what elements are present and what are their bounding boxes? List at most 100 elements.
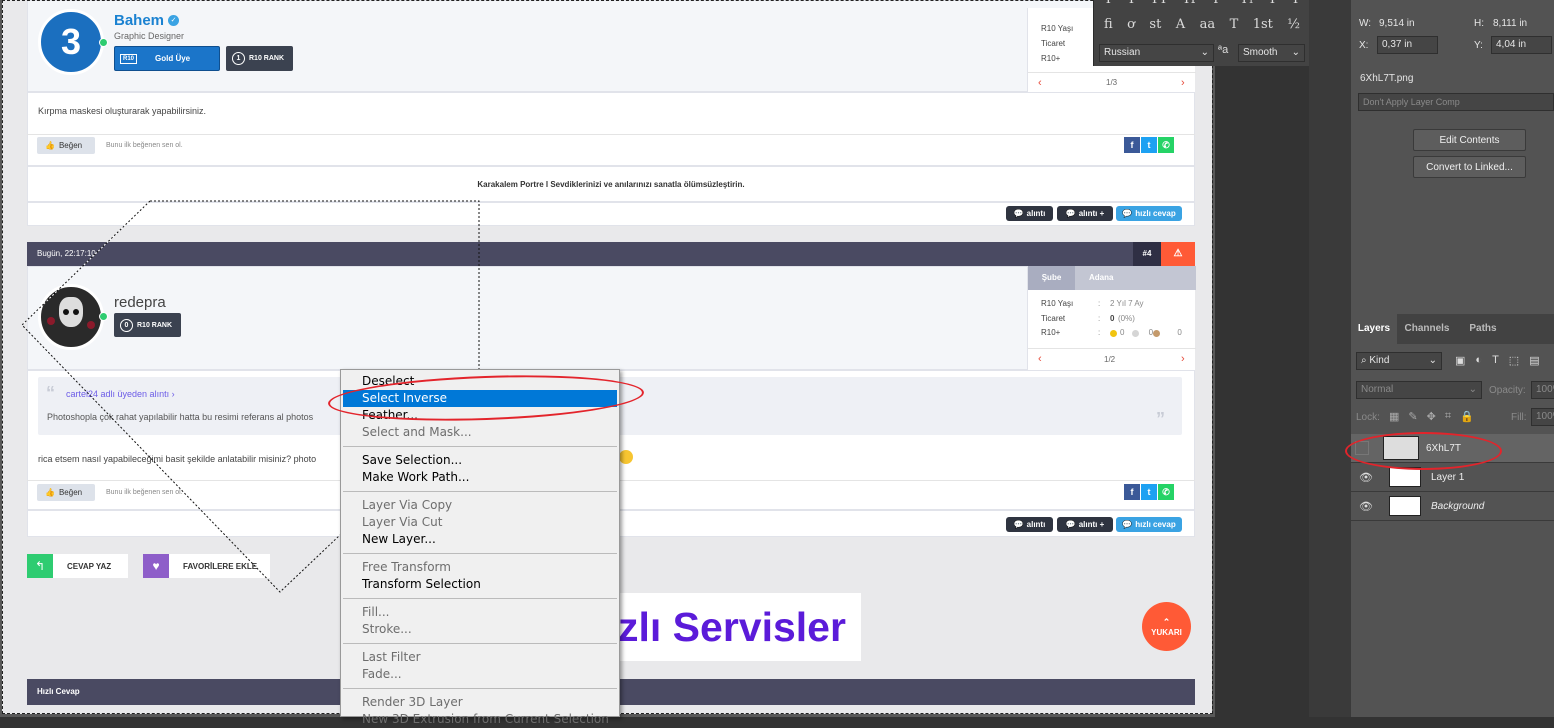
- tab-city[interactable]: Adana: [1075, 266, 1196, 290]
- menu-item-new-3d-extrusion[interactable]: New 3D Extrusion from Current Selection: [343, 711, 617, 728]
- strikethrough-icon[interactable]: T: [1291, 0, 1300, 7]
- discretionary-ligatures-icon[interactable]: st: [1149, 17, 1161, 32]
- menu-item-save-selection[interactable]: Save Selection...: [343, 452, 617, 469]
- avatar[interactable]: [38, 284, 104, 350]
- width-value[interactable]: 9,514 in: [1379, 18, 1415, 29]
- fractions-icon[interactable]: ½: [1287, 17, 1300, 32]
- layer-name[interactable]: Layer 1: [1431, 472, 1464, 483]
- multi-quote-button[interactable]: 💬 alıntı +: [1057, 517, 1113, 532]
- prev-arrow-icon[interactable]: ‹: [1038, 77, 1042, 89]
- menu-item-transform-selection[interactable]: Transform Selection: [343, 576, 617, 593]
- username[interactable]: redepra: [114, 294, 166, 311]
- filter-kind-select[interactable]: ⌕ Kind ⌄: [1356, 352, 1442, 370]
- layer-name[interactable]: Background: [1431, 501, 1484, 512]
- tab-channels[interactable]: Channels: [1397, 314, 1457, 344]
- all-caps-icon[interactable]: TT: [1150, 0, 1168, 7]
- language-select[interactable]: Russian ⌄: [1099, 44, 1214, 62]
- superscript-icon[interactable]: T¹: [1212, 0, 1226, 7]
- quick-reply-button[interactable]: 💬 hızlı cevap: [1116, 206, 1182, 221]
- menu-item-fade[interactable]: Fade...: [343, 666, 617, 683]
- reply-button[interactable]: ↰ CEVAP YAZ: [27, 554, 128, 578]
- y-position-input[interactable]: 4,04 in: [1491, 36, 1552, 54]
- titling-icon[interactable]: T: [1230, 17, 1239, 32]
- layer-row-6xhl7t[interactable]: 6XhL7T: [1351, 434, 1554, 463]
- menu-item-free-transform[interactable]: Free Transform: [343, 559, 617, 576]
- multi-quote-button[interactable]: 💬 alıntı +: [1057, 206, 1113, 221]
- quote-button[interactable]: 💬 alıntı: [1006, 206, 1053, 221]
- edit-contents-button[interactable]: Edit Contents: [1413, 129, 1526, 151]
- antialias-select[interactable]: Smooth ⌄: [1238, 44, 1305, 62]
- tab-branch[interactable]: Şube: [1028, 266, 1075, 290]
- adjustment-filter-icon[interactable]: ◐: [1475, 354, 1482, 367]
- favorite-button[interactable]: ♥ FAVORİLERE EKLE: [143, 554, 270, 578]
- menu-item-feather[interactable]: Feather...: [343, 407, 617, 424]
- menu-item-layer-via-copy[interactable]: Layer Via Copy: [343, 497, 617, 514]
- height-value[interactable]: 8,111 in: [1493, 18, 1527, 29]
- quote-author-link[interactable]: cartel24 adlı üyeden alıntı ›: [66, 389, 175, 399]
- menu-item-layer-via-cut[interactable]: Layer Via Cut: [343, 514, 617, 531]
- smart-object-filter-icon[interactable]: ▤: [1529, 354, 1539, 367]
- ligatures-icon[interactable]: ﬁ: [1104, 17, 1113, 32]
- twitter-icon[interactable]: t: [1141, 137, 1157, 153]
- stylistic-alternates-icon[interactable]: aa: [1200, 17, 1216, 32]
- menu-item-select-inverse[interactable]: Select Inverse: [343, 390, 617, 407]
- ordinals-icon[interactable]: 1st: [1253, 17, 1273, 32]
- old-style-icon[interactable]: ơ: [1127, 17, 1135, 32]
- small-caps-icon[interactable]: Tr: [1182, 0, 1197, 7]
- lock-position-icon[interactable]: ✥: [1427, 410, 1436, 423]
- faux-bold-icon[interactable]: T: [1104, 0, 1113, 7]
- post-number[interactable]: #4: [1133, 242, 1161, 266]
- menu-item-last-filter[interactable]: Last Filter: [343, 649, 617, 666]
- menu-item-new-layer[interactable]: New Layer...: [343, 531, 617, 548]
- menu-item-render-3d-layer[interactable]: Render 3D Layer: [343, 694, 617, 711]
- x-position-input[interactable]: 0,37 in: [1377, 36, 1438, 54]
- menu-item-select-and-mask[interactable]: Select and Mask...: [343, 424, 617, 441]
- lock-all-icon[interactable]: 🔒: [1460, 410, 1474, 423]
- type-filter-icon[interactable]: T: [1492, 354, 1499, 367]
- lock-transparency-icon[interactable]: ▦: [1389, 410, 1399, 423]
- underline-icon[interactable]: T: [1268, 0, 1277, 7]
- next-arrow-icon[interactable]: ›: [1181, 353, 1185, 365]
- layer-row-background[interactable]: 👁 Background: [1351, 492, 1554, 521]
- fill-input[interactable]: 100%: [1531, 408, 1554, 426]
- whatsapp-icon[interactable]: ✆: [1158, 484, 1174, 500]
- swash-icon[interactable]: A: [1176, 17, 1185, 32]
- layer-comp-select[interactable]: Don't Apply Layer Comp: [1358, 93, 1554, 111]
- report-icon[interactable]: ⚠: [1161, 242, 1195, 266]
- services-banner[interactable]: zlı Servisler: [592, 593, 861, 661]
- facebook-icon[interactable]: f: [1124, 484, 1140, 500]
- shape-filter-icon[interactable]: ⬚: [1509, 354, 1519, 367]
- eye-icon[interactable]: 👁: [1355, 500, 1377, 513]
- menu-item-deselect[interactable]: Deselect: [343, 373, 617, 390]
- faux-italic-icon[interactable]: T: [1127, 0, 1136, 7]
- image-filter-icon[interactable]: ▣: [1455, 354, 1465, 367]
- visibility-toggle[interactable]: [1355, 441, 1369, 455]
- facebook-icon[interactable]: f: [1124, 137, 1140, 153]
- eye-icon[interactable]: 👁: [1355, 471, 1377, 484]
- whatsapp-icon[interactable]: ✆: [1158, 137, 1174, 153]
- avatar[interactable]: 3: [38, 9, 104, 75]
- convert-to-linked-button[interactable]: Convert to Linked...: [1413, 156, 1526, 178]
- blend-mode-select[interactable]: Normal ⌄: [1356, 381, 1482, 399]
- quick-reply-button[interactable]: 💬 hızlı cevap: [1116, 517, 1182, 532]
- tab-layers[interactable]: Layers: [1351, 314, 1397, 344]
- like-button[interactable]: 👍 Beğen: [37, 137, 95, 154]
- like-button[interactable]: 👍 Beğen: [37, 484, 95, 501]
- twitter-icon[interactable]: t: [1141, 484, 1157, 500]
- menu-item-fill[interactable]: Fill...: [343, 604, 617, 621]
- smile-emoji-icon: [619, 450, 633, 464]
- username[interactable]: Bahem: [114, 12, 164, 29]
- menu-item-stroke[interactable]: Stroke...: [343, 621, 617, 638]
- opacity-input[interactable]: 100%: [1531, 381, 1554, 399]
- menu-item-make-work-path[interactable]: Make Work Path...: [343, 469, 617, 486]
- scroll-top-button[interactable]: ⌃ YUKARI: [1142, 602, 1191, 651]
- layer-name[interactable]: 6XhL7T: [1426, 443, 1461, 454]
- tab-paths[interactable]: Paths: [1457, 314, 1509, 344]
- layer-row-layer-1[interactable]: 👁 Layer 1: [1351, 463, 1554, 492]
- next-arrow-icon[interactable]: ›: [1181, 77, 1185, 89]
- lock-image-icon[interactable]: ✎: [1408, 410, 1417, 423]
- lock-artboard-icon[interactable]: ⌗: [1445, 410, 1451, 423]
- quote-button[interactable]: 💬 alıntı: [1006, 517, 1053, 532]
- prev-arrow-icon[interactable]: ‹: [1038, 353, 1042, 365]
- subscript-icon[interactable]: T₁: [1240, 0, 1254, 7]
